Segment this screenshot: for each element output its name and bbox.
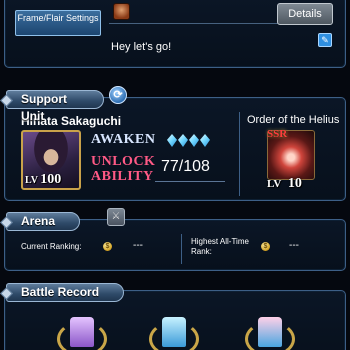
rank-coin-icon: $ bbox=[103, 242, 112, 251]
edit-comment-icon[interactable]: ✎ bbox=[318, 33, 332, 47]
profile-panel: Frame/Flair Settings Details Hey let's g… bbox=[4, 0, 346, 68]
section-divider bbox=[239, 112, 240, 196]
current-ranking-value: --- bbox=[133, 240, 143, 251]
crystal-icon bbox=[200, 134, 210, 147]
arena-header: Arena bbox=[6, 212, 80, 231]
gear-title: Order of the Helius bbox=[247, 114, 340, 126]
frame-flair-settings-button[interactable]: Frame/Flair Settings bbox=[15, 10, 101, 36]
profile-comment: Hey let's go! bbox=[111, 41, 172, 53]
highest-rank-label: Highest All-Time Rank: bbox=[191, 237, 249, 256]
refresh-icon[interactable]: ⟳ bbox=[109, 86, 127, 104]
gear-rarity-badge: SSR bbox=[267, 128, 288, 140]
unit-level: 100 bbox=[40, 172, 62, 187]
level-prefix: LV bbox=[25, 175, 38, 186]
highest-rank-value: --- bbox=[289, 240, 299, 251]
player-avatar-icon bbox=[113, 3, 130, 20]
current-ranking-label: Current Ranking: bbox=[21, 242, 82, 251]
battle-record-header: Battle Record bbox=[6, 283, 124, 302]
support-unit-header: Support Unit bbox=[6, 90, 104, 123]
support-unit-panel: Hinata Sakaguchi Order of the Helius LV … bbox=[4, 97, 346, 201]
crystal-icon bbox=[189, 134, 199, 147]
level-prefix: LV bbox=[267, 178, 282, 190]
details-button[interactable]: Details bbox=[277, 3, 333, 25]
medal-purple-icon[interactable] bbox=[57, 317, 107, 350]
count-underline bbox=[155, 181, 225, 182]
tower-pink-icon[interactable] bbox=[245, 317, 295, 350]
unlock-ability-count: 77/108 bbox=[161, 158, 210, 175]
awaken-label: AWAKEN bbox=[91, 132, 156, 147]
arena-shortcut-icon[interactable]: ⚔ bbox=[107, 208, 125, 226]
crystal-icon bbox=[178, 134, 188, 147]
rank-coin-icon: $ bbox=[261, 242, 270, 251]
unit-portrait[interactable]: LV 100 bbox=[21, 130, 81, 190]
crystal-icon bbox=[167, 134, 177, 147]
awaken-crystals bbox=[167, 134, 215, 148]
arena-divider bbox=[181, 234, 182, 264]
unlock-ability-label: UNLOCK ABILITY bbox=[91, 154, 156, 184]
gear-level: 10 bbox=[287, 176, 302, 191]
tower-blue-icon[interactable] bbox=[149, 317, 199, 350]
